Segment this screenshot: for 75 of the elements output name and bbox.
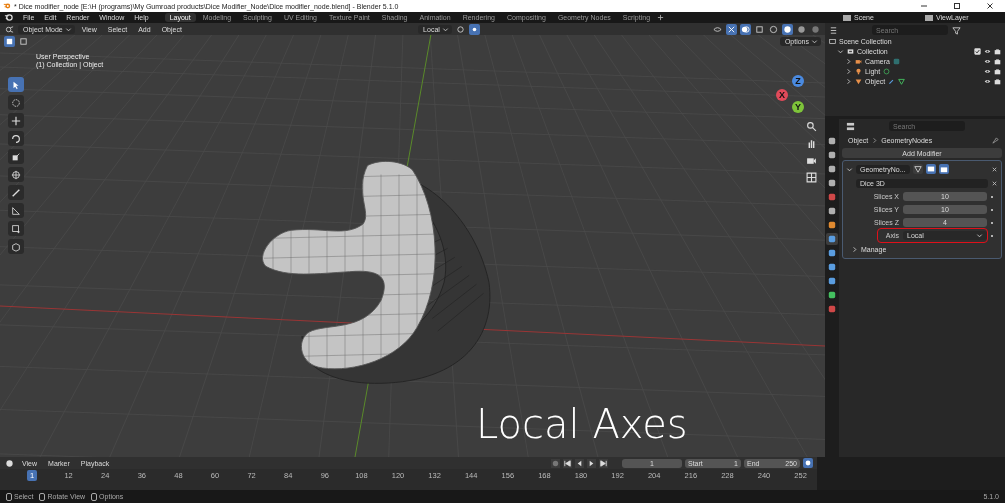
eye-icon[interactable]	[984, 47, 991, 55]
mesh-data-icon[interactable]	[898, 77, 906, 85]
grid-icon[interactable]	[806, 172, 817, 183]
move-tool-icon[interactable]	[8, 113, 24, 128]
pivot-icon[interactable]	[468, 23, 480, 35]
solid-shading-icon[interactable]	[782, 23, 793, 35]
jump-end-icon[interactable]	[599, 458, 608, 468]
scale-tool-icon[interactable]	[8, 149, 24, 164]
render-toggle-icon[interactable]	[938, 164, 949, 174]
properties-tab-icon[interactable]	[826, 275, 838, 287]
eye-icon[interactable]	[984, 77, 991, 85]
play-icon[interactable]	[587, 458, 596, 468]
list-icon[interactable]	[828, 24, 839, 36]
rotate-tool-icon[interactable]	[8, 131, 24, 146]
properties-tab-icon[interactable]	[826, 205, 838, 217]
xray-icon[interactable]	[754, 23, 765, 35]
pin-icon[interactable]	[992, 136, 999, 144]
editor-type-icon[interactable]	[4, 23, 15, 35]
wireframe-shading-icon[interactable]	[768, 23, 779, 35]
properties-tab-icon[interactable]	[826, 135, 838, 147]
wrench-icon[interactable]	[888, 77, 896, 85]
properties-tab-icon[interactable]	[826, 163, 838, 175]
collection-icon	[847, 47, 854, 55]
close-icon[interactable]	[991, 179, 998, 187]
camera-data-icon[interactable]	[892, 57, 900, 65]
select-mode-icon[interactable]	[4, 35, 15, 47]
camera-icon[interactable]	[994, 77, 1001, 85]
eye-icon[interactable]	[984, 67, 991, 75]
properties-tab-icon[interactable]	[826, 149, 838, 161]
viewport-toggle-icon[interactable]	[925, 164, 936, 174]
editor-type-icon[interactable]	[845, 120, 856, 132]
add-workspace-icon[interactable]	[657, 14, 665, 21]
properties-tab-icon[interactable]	[826, 289, 838, 301]
camera-icon	[855, 57, 862, 65]
edit-mode-icon[interactable]	[912, 164, 923, 174]
zoom-icon[interactable]	[806, 121, 817, 132]
light-data-icon[interactable]	[883, 67, 891, 75]
editor-type-icon[interactable]	[4, 457, 15, 469]
camera-icon[interactable]	[994, 57, 1001, 65]
scene-collection-icon	[829, 37, 836, 45]
add-tool-icon[interactable]	[8, 221, 24, 236]
properties-tab-icon[interactable]	[826, 177, 838, 189]
measure-tool-icon[interactable]	[8, 203, 24, 218]
overlay-icon[interactable]	[740, 23, 751, 35]
material-shading-icon[interactable]	[796, 23, 807, 35]
triangle-icon	[855, 77, 862, 85]
maximize-icon[interactable]	[952, 1, 962, 11]
close-icon[interactable]	[985, 1, 995, 11]
blender-logo-icon[interactable]	[4, 13, 13, 22]
properties-tab-icon[interactable]	[826, 191, 838, 203]
snap-icon[interactable]	[454, 23, 466, 35]
properties-tab-icon[interactable]	[826, 303, 838, 315]
sync-icon[interactable]	[803, 458, 813, 468]
transform-tool-icon[interactable]	[8, 167, 24, 182]
jump-start-icon[interactable]	[563, 458, 572, 468]
light-bulb-icon	[855, 67, 862, 75]
properties-tab-icon[interactable]	[826, 247, 838, 259]
select-tool-icon[interactable]	[8, 77, 24, 92]
remove-icon[interactable]	[991, 165, 998, 173]
camera-icon[interactable]	[806, 155, 817, 166]
gizmo-icon[interactable]	[726, 23, 737, 35]
rendered-shading-icon[interactable]	[810, 23, 821, 35]
camera-icon[interactable]	[994, 47, 1001, 55]
checkbox[interactable]	[974, 47, 981, 55]
cursor-tool-icon[interactable]	[8, 95, 24, 110]
properties-tab-icon[interactable]	[826, 261, 838, 273]
annotate-tool-icon[interactable]	[8, 185, 24, 200]
properties-tab-icon[interactable]	[826, 233, 838, 245]
eye-icon[interactable]	[984, 57, 991, 65]
caption-text: Local Axes	[476, 401, 688, 447]
step-back-icon[interactable]	[575, 458, 584, 468]
filter-icon[interactable]	[951, 24, 962, 36]
properties-tab-icon[interactable]	[826, 219, 838, 231]
cube-tool-icon[interactable]	[8, 239, 24, 254]
camera-icon[interactable]	[994, 67, 1001, 75]
